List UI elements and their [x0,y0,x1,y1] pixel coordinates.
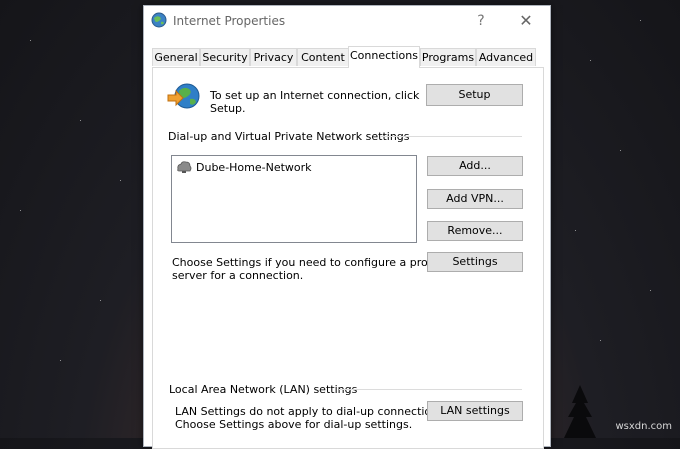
window-title: Internet Properties [173,14,286,28]
tab-security[interactable]: Security [200,48,250,66]
tab-privacy[interactable]: Privacy [250,48,297,66]
settings-button[interactable]: Settings [427,252,523,272]
connection-name: Dube-Home-Network [196,160,312,174]
dialup-section-divider [380,136,522,137]
tab-connections[interactable]: Connections [348,46,420,68]
tab-programs[interactable]: Programs [420,48,476,66]
setup-description-line2: Setup. [210,102,246,115]
add-vpn-button[interactable]: Add VPN... [427,189,523,209]
internet-properties-window: Internet Properties ? ✕ General Security… [143,5,551,449]
help-button[interactable]: ? [469,10,493,32]
setup-button[interactable]: Setup [426,84,523,106]
setup-description-line1: To set up an Internet connection, click [210,89,420,102]
connections-listbox[interactable]: Dube-Home-Network [171,155,417,243]
close-button[interactable]: ✕ [514,10,538,32]
tree-silhouette [564,385,596,438]
dialup-section-heading: Dial-up and Virtual Private Network sett… [168,130,410,143]
add-button[interactable]: Add... [427,156,523,176]
lan-settings-button[interactable]: LAN settings [427,401,523,421]
setup-connection-icon [167,83,200,109]
network-connection-icon [177,161,192,173]
settings-description-line1: Choose Settings if you need to configure… [172,256,441,269]
connections-panel: To set up an Internet connection, click … [152,67,544,449]
settings-description-line2: server for a connection. [172,269,304,282]
tab-advanced[interactable]: Advanced [476,48,536,66]
lan-description-line2: Choose Settings above for dial-up settin… [175,418,413,431]
list-item[interactable]: Dube-Home-Network [176,159,312,175]
tab-content[interactable]: Content [297,48,349,66]
internet-globe-icon [151,12,167,28]
title-bar[interactable]: Internet Properties ? ✕ [144,6,550,36]
lan-description-line1: LAN Settings do not apply to dial-up con… [175,405,448,418]
tab-general[interactable]: General [152,48,200,66]
lan-section-divider [339,389,522,390]
remove-button[interactable]: Remove... [427,221,523,241]
lan-section-heading: Local Area Network (LAN) settings [169,383,358,396]
watermark-text: wsxdn.com [615,421,672,432]
